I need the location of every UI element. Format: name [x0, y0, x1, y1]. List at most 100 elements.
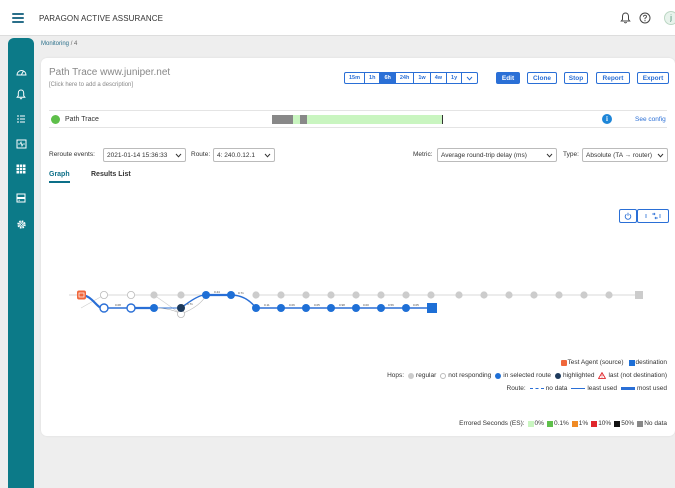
legend-source: Test Agent (source)	[567, 359, 624, 366]
legend-destination: destination	[635, 359, 667, 366]
destination-node[interactable]	[427, 303, 437, 313]
chevron-down-icon	[264, 153, 271, 158]
reroute-events-select[interactable]: 2021-01-14 15:36:33	[103, 148, 186, 162]
edge-label: 0.44	[214, 290, 220, 294]
main-card: Path Trace www.juniper.net [Click here t…	[41, 58, 675, 436]
expand-layout-button[interactable]	[637, 209, 669, 223]
destination-swatch-icon	[628, 359, 635, 366]
legend-hops-label: Hops:	[387, 372, 405, 379]
es-nodata-swatch-icon	[637, 420, 644, 427]
menu-icon[interactable]	[12, 13, 24, 23]
user-avatar[interactable]: j	[664, 11, 675, 25]
legend-route-row: Route: no data least used most used	[461, 385, 667, 392]
dashboard-icon[interactable]	[8, 64, 34, 80]
range-1y-button[interactable]: 1y	[447, 73, 463, 83]
chevron-down-icon	[657, 153, 664, 158]
regular-hop-icon	[408, 372, 415, 379]
stop-button[interactable]: Stop	[564, 72, 588, 84]
edge-label: 0.71	[187, 302, 193, 306]
legend-hop-regular: regular	[416, 372, 437, 379]
route-select[interactable]: 4: 240.0.12.1	[213, 148, 275, 162]
not-responding-hop[interactable]	[100, 290, 109, 299]
legend-hop-last: last (not destination)	[608, 372, 667, 379]
metric-select[interactable]: Average round-trip delay (ms)	[437, 148, 557, 162]
info-icon[interactable]: i	[602, 114, 612, 124]
legend-es-item: 0%	[534, 420, 544, 427]
range-15m-button[interactable]: 15m	[345, 73, 366, 83]
range-1h-button[interactable]: 1h	[365, 73, 381, 83]
unreached-destination-node[interactable]	[635, 291, 643, 299]
bell-icon[interactable]	[8, 86, 34, 102]
not-responding-hop[interactable]	[127, 290, 136, 299]
app-title: PARAGON ACTIVE ASSURANCE	[39, 14, 164, 23]
help-icon[interactable]	[636, 9, 654, 27]
es-01-swatch-icon	[546, 420, 553, 427]
reset-layout-button[interactable]	[619, 209, 637, 223]
time-range-selector: 15m 1h 6h 24h 1w 4w 1y	[344, 72, 479, 84]
range-dropdown-chevron-icon[interactable]	[462, 73, 477, 83]
edge-label: 0.00	[363, 303, 369, 307]
range-24h-button[interactable]: 24h	[396, 73, 415, 83]
breadcrumb-current: 4	[74, 41, 78, 47]
tab-graph[interactable]: Graph	[49, 171, 70, 183]
legend-es-row: Errored Seconds (ES): 0% 0.1% 1% 10% 50%…	[431, 420, 667, 427]
edge-label: 0.56	[388, 303, 394, 307]
tab-results-list[interactable]: Results List	[91, 171, 131, 178]
arrows-icon	[645, 212, 661, 220]
legend-route-most: most used	[637, 385, 667, 392]
highlighted-hop-icon	[555, 372, 561, 379]
range-6h-button[interactable]: 6h	[380, 73, 396, 83]
grid-icon[interactable]	[8, 161, 34, 177]
type-select[interactable]: Absolute (TA → router)	[582, 148, 668, 162]
route-hop-not-responding[interactable]	[99, 303, 109, 313]
notifications-bell-icon[interactable]	[616, 9, 634, 27]
highlighted-hop[interactable]	[177, 304, 185, 312]
report-button[interactable]: Report	[596, 72, 630, 84]
test-agent-source-node[interactable]	[77, 290, 86, 300]
breadcrumb-separator: /	[70, 41, 73, 47]
range-4w-button[interactable]: 4w	[431, 73, 448, 83]
es-1-swatch-icon	[571, 420, 578, 427]
breadcrumb-monitoring-link[interactable]: Monitoring	[41, 41, 69, 47]
legend-route-label: Route:	[506, 385, 526, 392]
route-label: Route:	[191, 151, 211, 158]
export-button[interactable]: Export	[637, 72, 669, 84]
legend-nodes-row: Test Agent (source) destination	[501, 359, 667, 366]
legend-es-item: 1%	[578, 420, 589, 427]
edge-label: 0.08	[115, 303, 121, 307]
edge-label: 0.71	[238, 291, 244, 295]
legend-route-least: least used	[587, 385, 617, 392]
edit-button[interactable]: Edit	[496, 72, 520, 84]
path-trace-graph[interactable]: 0.08 0.71 0.44 0.71 0.11 0.06 0.05 0.98 …	[41, 278, 675, 338]
legend-es-label: Errored Seconds (ES):	[459, 420, 525, 427]
route-hop[interactable]	[150, 304, 158, 312]
route-hop[interactable]	[227, 291, 235, 299]
legend-es-item: No data	[644, 420, 667, 427]
see-config-link[interactable]: See config	[635, 116, 666, 123]
chevron-down-icon	[546, 153, 553, 158]
range-1w-button[interactable]: 1w	[414, 73, 431, 83]
errored-seconds-timeline[interactable]	[272, 115, 444, 124]
edge-label: 0.05	[314, 303, 320, 307]
metric-label: Metric:	[413, 151, 433, 158]
top-bar: PARAGON ACTIVE ASSURANCE j	[0, 0, 675, 36]
server-icon[interactable]	[8, 190, 34, 206]
list-icon[interactable]	[8, 111, 34, 127]
edge-label: 0.11	[264, 303, 270, 307]
edge-label: 0.98	[339, 303, 345, 307]
legend-hop-selected: in selected route	[503, 372, 551, 379]
legend-es-item: 0.1%	[553, 420, 569, 427]
warning-triangle-icon	[598, 372, 607, 379]
status-ok-icon	[51, 115, 60, 124]
breadcrumb: Monitoring / 4	[41, 41, 77, 47]
route-hop-not-responding[interactable]	[126, 303, 136, 313]
gear-icon[interactable]	[8, 216, 34, 232]
page-description[interactable]: [Click here to add a description]	[49, 82, 133, 88]
clone-button[interactable]: Clone	[527, 72, 557, 84]
selected-route-hop-icon	[495, 372, 502, 379]
reroute-events-label: Reroute events:	[49, 151, 95, 158]
monitor-icon[interactable]	[8, 136, 34, 152]
route-least-used-line-icon	[571, 388, 586, 389]
route-hop[interactable]	[202, 291, 210, 299]
chevron-down-icon	[175, 153, 182, 158]
